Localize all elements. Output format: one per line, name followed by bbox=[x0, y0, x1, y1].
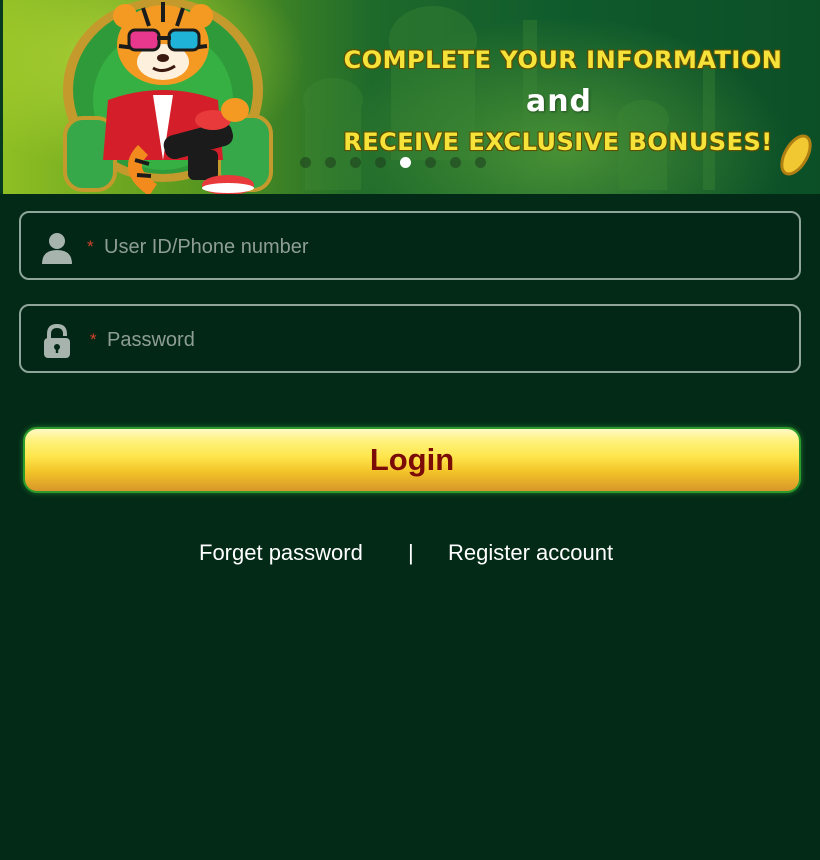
login-button[interactable]: Login bbox=[23, 427, 801, 493]
username-field[interactable]: * bbox=[19, 211, 801, 280]
carousel-dot[interactable] bbox=[300, 157, 311, 168]
register-account-link[interactable]: Register account bbox=[448, 540, 613, 566]
carousel-dot[interactable] bbox=[450, 157, 461, 168]
banner-headline: COMPLETE YOUR INFORMATION bbox=[343, 46, 783, 74]
promo-banner[interactable]: COMPLETE YOUR INFORMATION and RECEIVE EX… bbox=[0, 0, 820, 194]
required-mark: * bbox=[87, 237, 94, 256]
banner-subheadline: RECEIVE EXCLUSIVE BONUSES! bbox=[343, 128, 773, 156]
carousel-dot-active[interactable] bbox=[400, 157, 411, 168]
user-icon bbox=[41, 231, 73, 265]
carousel-dot[interactable] bbox=[475, 157, 486, 168]
carousel-dot[interactable] bbox=[375, 157, 386, 168]
password-field[interactable]: * bbox=[19, 304, 801, 373]
carousel-indicators bbox=[300, 157, 486, 168]
carousel-dot[interactable] bbox=[425, 157, 436, 168]
carousel-dot[interactable] bbox=[325, 157, 336, 168]
carousel-dot[interactable] bbox=[350, 157, 361, 168]
username-input[interactable] bbox=[104, 229, 764, 265]
account-links: Forget password | Register account bbox=[0, 540, 820, 570]
password-input[interactable] bbox=[107, 322, 767, 358]
link-separator: | bbox=[408, 540, 414, 565]
forget-password-link[interactable]: Forget password bbox=[199, 540, 363, 566]
required-mark: * bbox=[90, 330, 97, 349]
lock-icon bbox=[41, 323, 73, 358]
login-page: COMPLETE YOUR INFORMATION and RECEIVE EX… bbox=[0, 0, 820, 860]
banner-connector: and bbox=[525, 84, 593, 119]
